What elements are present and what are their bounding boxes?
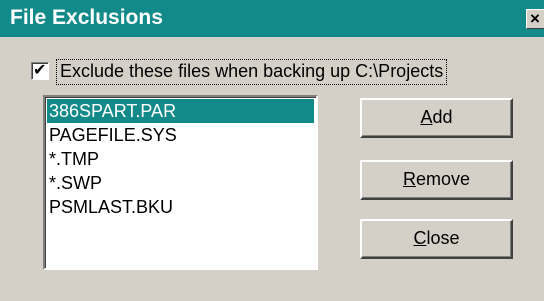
remove-button-label: emove bbox=[415, 169, 471, 189]
exclude-files-label[interactable]: Exclude these files when backing up C:\P… bbox=[56, 59, 448, 85]
close-icon: × bbox=[530, 9, 540, 28]
exclude-files-checkbox[interactable]: ✔ bbox=[31, 60, 49, 80]
close-window-button[interactable]: × bbox=[526, 9, 544, 29]
close-button[interactable]: Close bbox=[360, 219, 513, 259]
remove-button[interactable]: Remove bbox=[360, 160, 513, 200]
window-title: File Exclusions bbox=[10, 6, 163, 29]
title-bar[interactable]: File Exclusions × bbox=[0, 0, 544, 37]
list-item[interactable]: *.SWP bbox=[47, 171, 314, 195]
add-button-label: dd bbox=[432, 107, 453, 127]
add-button-mnemonic: A bbox=[420, 107, 433, 127]
close-button-label: lose bbox=[426, 228, 460, 248]
list-item[interactable]: PAGEFILE.SYS bbox=[47, 123, 314, 147]
list-item[interactable]: *.TMP bbox=[47, 147, 314, 171]
add-button[interactable]: Add bbox=[360, 98, 513, 138]
excluded-files-list[interactable]: 386SPART.PAR PAGEFILE.SYS *.TMP *.SWP PS… bbox=[43, 95, 318, 270]
file-exclusions-dialog: File Exclusions × ✔ Exclude these files … bbox=[0, 0, 544, 301]
list-item[interactable]: PSMLAST.BKU bbox=[47, 195, 314, 219]
close-button-mnemonic: C bbox=[413, 228, 427, 248]
remove-button-mnemonic: R bbox=[402, 169, 416, 189]
checkmark-icon: ✔ bbox=[33, 60, 47, 79]
list-item[interactable]: 386SPART.PAR bbox=[47, 99, 314, 123]
